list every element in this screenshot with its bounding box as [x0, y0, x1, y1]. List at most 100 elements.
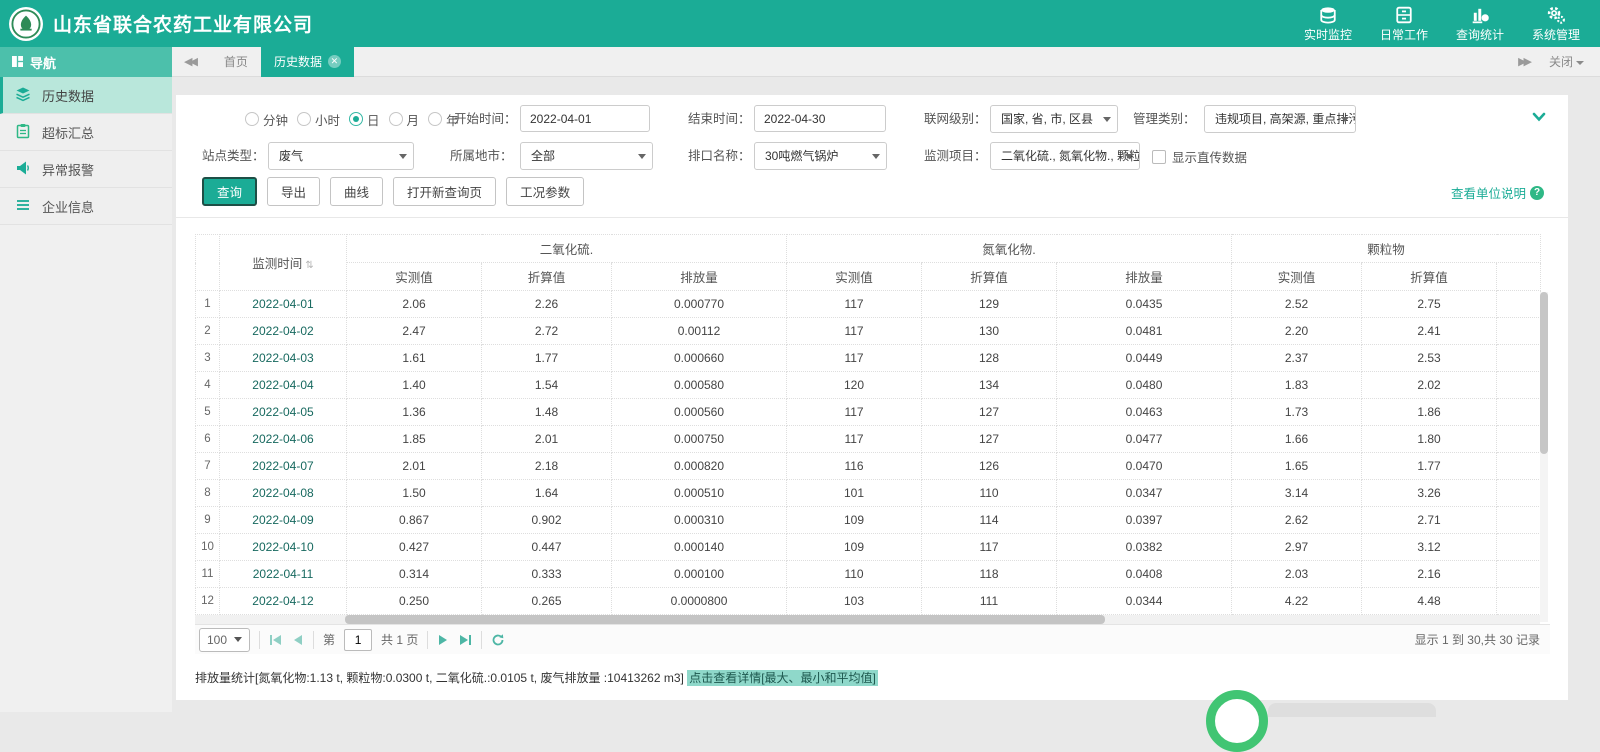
- site-type-label: 站点类型：: [202, 142, 265, 170]
- value-cell: 4.22: [1232, 588, 1362, 615]
- unit-description-link[interactable]: 查看单位说明 ?: [1451, 183, 1544, 202]
- value-cell: 0.000510: [612, 480, 787, 507]
- row-index: 1: [196, 291, 220, 318]
- tab-history-data[interactable]: 历史数据 ✕: [261, 47, 354, 77]
- value-cell: [1497, 561, 1541, 588]
- close-tabs-menu[interactable]: 关闭: [1549, 53, 1584, 70]
- value-cell: 0.867: [347, 507, 482, 534]
- value-cell: 0.0480: [1057, 372, 1232, 399]
- nav-grid-icon: [12, 55, 23, 70]
- nav-realtime-monitor[interactable]: 实时监控: [1304, 6, 1352, 41]
- value-cell: 0.0397: [1057, 507, 1232, 534]
- value-cell: 120: [787, 372, 922, 399]
- row-index: 10: [196, 534, 220, 561]
- outlet-name-select[interactable]: 30吨燃气锅炉: [754, 142, 887, 170]
- vertical-scrollbar[interactable]: [1540, 292, 1548, 622]
- chevron-down-icon: [1341, 117, 1349, 122]
- tab-home[interactable]: 首页: [211, 47, 261, 77]
- so2-emission-header: 排放量: [612, 263, 787, 291]
- stats-detail-link[interactable]: 点击查看详情[最大、最小和平均值]: [687, 670, 878, 686]
- new-query-page-button[interactable]: 打开新查询页: [393, 177, 496, 206]
- value-cell: 0.333: [482, 561, 612, 588]
- drawer-cabinet-icon: [1395, 6, 1413, 26]
- nav-daily-work[interactable]: 日常工作: [1380, 6, 1428, 41]
- period-radio-minute[interactable]: 分钟: [245, 110, 288, 129]
- nav-query-statistics[interactable]: 查询统计: [1456, 6, 1504, 41]
- value-cell: 2.71: [1362, 507, 1497, 534]
- horizontal-scrollbar[interactable]: [195, 615, 1540, 624]
- refresh-button[interactable]: [491, 633, 505, 647]
- sidebar-item-enterprise-info[interactable]: 企业信息: [0, 188, 172, 225]
- date-cell[interactable]: 2022-04-11: [220, 561, 347, 588]
- collapse-filters-icon[interactable]: [1532, 109, 1546, 127]
- next-page-button[interactable]: [437, 634, 449, 646]
- manage-category-select[interactable]: 违规项目, 高架源, 重点排污: [1204, 105, 1356, 133]
- table-row: 92022-04-090.8670.9020.0003101091140.039…: [196, 507, 1541, 534]
- value-cell: 110: [922, 480, 1057, 507]
- date-cell[interactable]: 2022-04-06: [220, 426, 347, 453]
- table-row: 122022-04-120.2500.2650.00008001031110.0…: [196, 588, 1541, 615]
- time-column-header[interactable]: 监测时间⇅: [220, 235, 347, 291]
- value-cell: 1.64: [482, 480, 612, 507]
- date-cell[interactable]: 2022-04-05: [220, 399, 347, 426]
- value-cell: 109: [787, 507, 922, 534]
- period-radio-day[interactable]: 日: [349, 110, 380, 129]
- chevron-down-icon: [638, 154, 646, 159]
- value-cell: 117: [922, 534, 1057, 561]
- chevron-down-icon: [1103, 117, 1111, 122]
- list-icon: [15, 197, 31, 216]
- clipboard-icon: [15, 123, 31, 142]
- date-cell[interactable]: 2022-04-10: [220, 534, 347, 561]
- value-cell: 101: [787, 480, 922, 507]
- checkbox-icon: [1152, 150, 1166, 164]
- direct-data-checkbox[interactable]: 显示直传数据: [1152, 147, 1247, 166]
- export-button[interactable]: 导出: [267, 177, 320, 206]
- date-cell[interactable]: 2022-04-08: [220, 480, 347, 507]
- sidebar-item-exceedance-summary[interactable]: 超标汇总: [0, 114, 172, 151]
- page-number-input[interactable]: [344, 629, 372, 651]
- site-type-select[interactable]: 废气: [268, 142, 414, 170]
- value-cell: 117: [787, 318, 922, 345]
- curve-button[interactable]: 曲线: [330, 177, 383, 206]
- start-time-input[interactable]: [520, 105, 650, 132]
- query-button[interactable]: 查询: [202, 177, 257, 206]
- first-page-button[interactable]: [269, 634, 283, 646]
- last-page-button[interactable]: [458, 634, 472, 646]
- period-radio-hour[interactable]: 小时: [297, 110, 340, 129]
- table-row: 82022-04-081.501.640.0005101011100.03473…: [196, 480, 1541, 507]
- data-table-zone: 监测时间⇅ 二氧化硫. 氮氧化物. 颗粒物 实测值 折算值 排放量 实测值 折算…: [195, 234, 1548, 615]
- date-cell[interactable]: 2022-04-09: [220, 507, 347, 534]
- floating-widget-button[interactable]: [1206, 690, 1268, 752]
- date-cell[interactable]: 2022-04-12: [220, 588, 347, 615]
- value-cell: 2.01: [482, 426, 612, 453]
- table-row: 12022-04-012.062.260.0007701171290.04352…: [196, 291, 1541, 318]
- end-time-input[interactable]: [754, 105, 886, 132]
- tabs-scroll-right-icon[interactable]: ▶▶: [1518, 55, 1529, 68]
- nav-system-management[interactable]: 系统管理: [1532, 6, 1580, 41]
- prev-page-button[interactable]: [292, 634, 304, 646]
- value-cell: 117: [787, 291, 922, 318]
- date-cell[interactable]: 2022-04-04: [220, 372, 347, 399]
- date-cell[interactable]: 2022-04-03: [220, 345, 347, 372]
- tabs-scroll-left-icon[interactable]: ◀◀: [184, 55, 195, 68]
- network-level-select[interactable]: 国家, 省, 市, 区县: [990, 105, 1118, 133]
- horizontal-scrollbar-thumb[interactable]: [345, 615, 1105, 624]
- monitor-item-select[interactable]: 二氧化硫., 氮氧化物., 颗粒: [990, 142, 1140, 170]
- condition-params-button[interactable]: 工况参数: [506, 177, 584, 206]
- company-logo-icon: [9, 7, 43, 41]
- period-radio-month[interactable]: 月: [389, 110, 420, 129]
- city-select[interactable]: 全部: [520, 142, 653, 170]
- sidebar-item-abnormal-alarm[interactable]: 异常报警: [0, 151, 172, 188]
- date-cell[interactable]: 2022-04-01: [220, 291, 347, 318]
- sidebar-item-history-data[interactable]: 历史数据: [0, 77, 172, 114]
- value-cell: [1497, 480, 1541, 507]
- chevron-down-icon: [1576, 61, 1584, 65]
- value-cell: 127: [922, 399, 1057, 426]
- index-column-header: [196, 235, 220, 291]
- date-cell[interactable]: 2022-04-02: [220, 318, 347, 345]
- vertical-scrollbar-thumb[interactable]: [1540, 292, 1548, 454]
- tab-close-icon[interactable]: ✕: [328, 55, 341, 68]
- page-size-select[interactable]: 100: [199, 628, 250, 652]
- date-cell[interactable]: 2022-04-07: [220, 453, 347, 480]
- value-cell: 111: [922, 588, 1057, 615]
